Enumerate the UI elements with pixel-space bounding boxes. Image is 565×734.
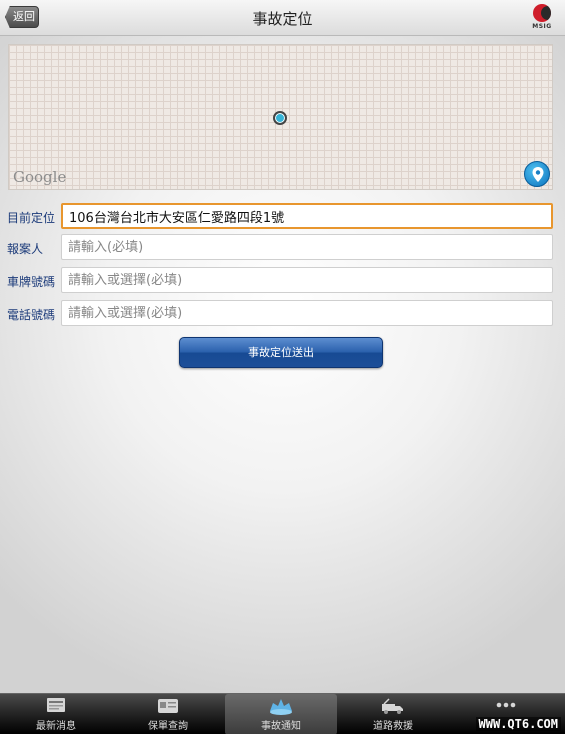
location-marker-icon bbox=[273, 111, 287, 125]
plate-label: 車牌號碼 bbox=[7, 275, 56, 289]
phone-input[interactable] bbox=[61, 300, 553, 326]
tab-label: 道路救援 bbox=[373, 721, 413, 732]
location-row: 目前定位 bbox=[0, 203, 565, 229]
watermark: WWW.QT6.COM bbox=[475, 717, 561, 731]
tab-roadside[interactable]: 道路救援 bbox=[337, 694, 449, 734]
plate-input[interactable] bbox=[61, 267, 553, 293]
page-title: 事故定位 bbox=[252, 10, 313, 28]
google-logo: Google bbox=[13, 168, 67, 186]
crash-icon bbox=[270, 699, 292, 715]
map-view[interactable]: Google bbox=[8, 44, 553, 190]
more-dots-icon bbox=[496, 702, 516, 708]
tab-policy[interactable]: 保單查詢 bbox=[112, 694, 224, 734]
map-pin-icon bbox=[532, 167, 544, 182]
reporter-input[interactable] bbox=[61, 234, 553, 260]
location-label: 目前定位 bbox=[7, 211, 56, 225]
tab-label: 事故通知 bbox=[261, 721, 301, 732]
logo-text: MSIG bbox=[532, 23, 552, 30]
news-icon bbox=[47, 698, 65, 712]
policy-card-icon bbox=[158, 699, 178, 713]
plate-row: 車牌號碼 bbox=[0, 267, 565, 293]
tab-accident[interactable]: 事故通知 bbox=[225, 694, 337, 734]
locate-me-button[interactable] bbox=[524, 161, 550, 187]
phone-row: 電話號碼 bbox=[0, 300, 565, 326]
msig-logo: MSIG bbox=[529, 4, 555, 32]
msig-logo-mark-icon bbox=[533, 4, 551, 22]
location-input[interactable] bbox=[61, 203, 553, 229]
top-bar: 返回 事故定位 MSIG bbox=[0, 0, 565, 36]
tab-label: 最新消息 bbox=[36, 721, 76, 732]
reporter-label: 報案人 bbox=[7, 242, 44, 256]
phone-label: 電話號碼 bbox=[7, 308, 56, 322]
tab-news[interactable]: 最新消息 bbox=[0, 694, 112, 734]
submit-location-button[interactable]: 事故定位送出 bbox=[179, 337, 383, 368]
tab-label: 保單查詢 bbox=[148, 721, 188, 732]
tow-truck-icon bbox=[382, 698, 403, 714]
reporter-row: 報案人 bbox=[0, 234, 565, 260]
